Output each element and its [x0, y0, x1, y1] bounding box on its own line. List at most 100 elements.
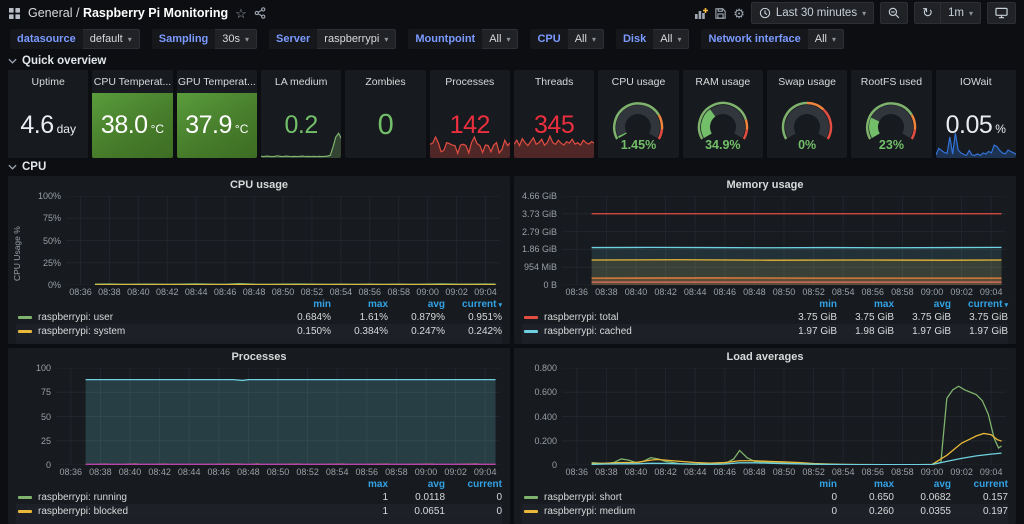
legend-stat-value: 0.879% [388, 312, 445, 323]
apps-grid-icon[interactable] [8, 7, 21, 20]
add-panel-icon[interactable] [694, 7, 708, 20]
x-tick: 08:44 [178, 467, 201, 477]
filter-datasource[interactable]: datasource default▾ [10, 29, 140, 49]
filter-value-dropdown[interactable]: 30s▾ [215, 29, 257, 49]
legend-series-label[interactable]: raspberrypi: medium [544, 506, 780, 517]
legend-row: raspberrypi: short00.6500.06820.157 [522, 490, 1008, 504]
legend-row: raspberrypi: blocked10.06510 [16, 504, 502, 518]
y-tick: 75% [43, 213, 61, 223]
plot-area[interactable] [562, 368, 1006, 465]
x-tick: 09:02 [445, 287, 468, 297]
x-tick: 08:54 [330, 287, 353, 297]
legend-col-avg[interactable]: avg [388, 299, 445, 310]
refresh-button[interactable]: ↻ [914, 2, 940, 24]
breadcrumb[interactable]: General / Raspberry Pi Monitoring [28, 6, 228, 20]
section-quick-overview[interactable]: Quick overview [0, 52, 1024, 70]
filter-value-dropdown[interactable]: raspberrypi▾ [317, 29, 396, 49]
y-tick: 100 [36, 363, 51, 373]
y-tick: 2.79 GiB [522, 227, 557, 237]
legend-stat-value: 0 [445, 492, 502, 503]
filter-disk[interactable]: Disk All▾ [616, 29, 690, 49]
plot-area[interactable] [562, 196, 1006, 285]
stat-value: 142 [450, 111, 490, 140]
legend-col-min[interactable]: min [780, 299, 837, 310]
legend-col-max[interactable]: max [331, 479, 388, 490]
chevron-down-icon: ▾ [969, 9, 973, 18]
filter-value-dropdown[interactable]: All▾ [653, 29, 689, 49]
chevron-down-icon: ▾ [128, 35, 132, 44]
series-color-dash [524, 510, 538, 513]
legend-col-max[interactable]: max [331, 299, 388, 310]
y-tick: 4.66 GiB [522, 191, 557, 201]
filter-value-dropdown[interactable]: default▾ [83, 29, 140, 49]
legend-col-current[interactable]: current [445, 479, 502, 490]
legend-col-max[interactable]: max [837, 479, 894, 490]
legend-series-label[interactable]: raspberrypi: cached [544, 326, 780, 337]
share-icon[interactable] [254, 7, 266, 19]
legend-col-avg[interactable]: avg [388, 479, 445, 490]
x-tick: 08:50 [267, 467, 290, 477]
x-tick: 08:40 [625, 287, 648, 297]
gauge-value: 0% [767, 138, 847, 152]
series-color-dash [524, 496, 538, 499]
chart-panel-memory-usage: Memory usage 0 B954 MiB1.86 GiB2.79 GiB3… [514, 176, 1016, 344]
filter-label: Server [269, 29, 317, 49]
x-tick: 09:04 [980, 467, 1003, 477]
filter-label: datasource [10, 29, 83, 49]
legend-series-label[interactable]: raspberrypi: short [544, 492, 780, 503]
legend-col-avg[interactable]: avg [894, 299, 951, 310]
y-tick: 0 [46, 460, 51, 470]
section-cpu[interactable]: CPU [0, 158, 1024, 176]
legend-series-label[interactable]: raspberrypi: total [544, 312, 780, 323]
filter-cpu[interactable]: CPU All▾ [530, 29, 603, 49]
zoom-out-button[interactable] [880, 2, 908, 24]
zoom-out-icon [888, 7, 900, 19]
legend: minmaxavgcurrent▾ raspberrypi: total 3.75 … [514, 298, 1016, 344]
legend-col-current[interactable]: current [951, 479, 1008, 490]
plot-area[interactable] [66, 196, 500, 285]
x-tick: 09:00 [921, 467, 944, 477]
legend-stat-value: 3.75 GiB [837, 312, 894, 323]
filter-value-dropdown[interactable]: All▾ [568, 29, 604, 49]
filter-value-dropdown[interactable]: All▾ [482, 29, 518, 49]
filter-value-dropdown[interactable]: All▾ [808, 29, 844, 49]
x-tick: 09:02 [950, 287, 973, 297]
x-tick: 08:46 [714, 467, 737, 477]
legend-col-min[interactable]: min [780, 479, 837, 490]
filter-sampling[interactable]: Sampling 30s▾ [152, 29, 257, 49]
x-tick: 08:36 [566, 467, 589, 477]
dashboard-title[interactable]: Raspberry Pi Monitoring [83, 6, 228, 20]
breadcrumb-section[interactable]: General [28, 6, 72, 20]
filter-network-interface[interactable]: Network interface All▾ [701, 29, 844, 49]
star-icon[interactable]: ☆ [235, 7, 247, 20]
legend-row-clipped [16, 518, 502, 524]
legend-col-current[interactable]: current▾ [445, 299, 502, 310]
legend-stat-value: 0.242% [445, 326, 502, 337]
legend-series-label[interactable]: raspberrypi: user [38, 312, 274, 323]
plot-area[interactable] [56, 368, 500, 465]
filter-server[interactable]: Server raspberrypi▾ [269, 29, 396, 49]
chevron-down-icon: ▾ [592, 35, 596, 44]
settings-gear-icon[interactable]: ⚙ [733, 7, 745, 20]
x-tick: 08:48 [237, 467, 260, 477]
refresh-interval-picker[interactable]: 1m ▾ [940, 2, 981, 24]
kiosk-mode-button[interactable] [987, 2, 1016, 24]
legend-col-max[interactable]: max [837, 299, 894, 310]
legend-col-min[interactable]: min [274, 299, 331, 310]
gauge-value: 34.9% [683, 138, 763, 152]
series-color-dash [524, 330, 538, 333]
time-range-picker[interactable]: Last 30 minutes ▾ [751, 2, 874, 24]
legend-col-avg[interactable]: avg [894, 479, 951, 490]
x-axis: 08:3608:3808:4008:4208:4408:4608:4808:50… [66, 285, 500, 298]
legend-col-current[interactable]: current▾ [951, 299, 1008, 310]
legend-series-label[interactable]: raspberrypi: blocked [38, 506, 331, 517]
x-tick: 08:44 [684, 287, 707, 297]
legend-stat-value: 0.951% [445, 312, 502, 323]
legend-series-label[interactable]: raspberrypi: running [38, 492, 331, 503]
legend-stat-value: 0.0682 [894, 492, 951, 503]
legend-series-label[interactable]: raspberrypi: system [38, 326, 274, 337]
y-tick: 1.86 GiB [522, 244, 557, 254]
save-dashboard-icon[interactable] [714, 7, 727, 20]
legend-stat-value: 1.97 GiB [894, 326, 951, 337]
filter-mountpoint[interactable]: Mountpoint All▾ [408, 29, 518, 49]
